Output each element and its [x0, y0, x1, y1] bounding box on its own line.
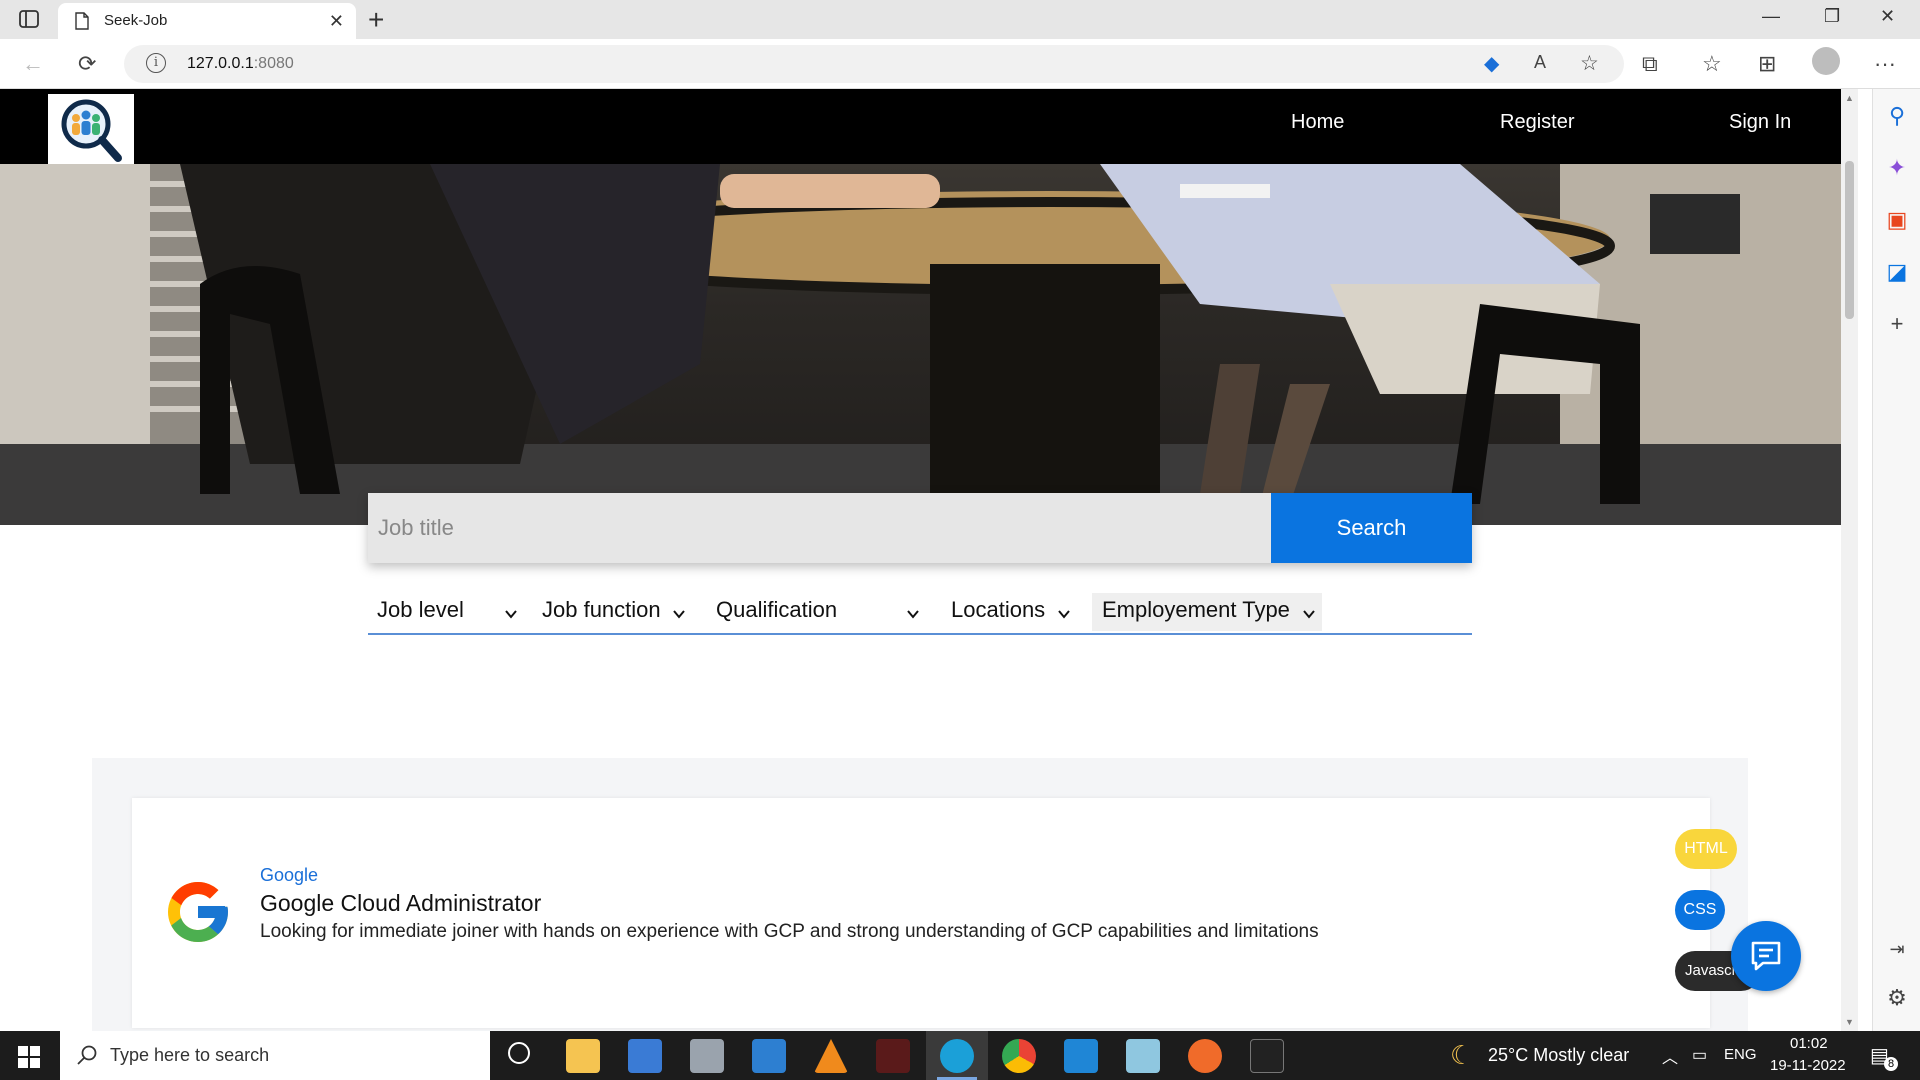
gaming-app-icon[interactable]	[876, 1039, 910, 1073]
mail-icon[interactable]	[752, 1039, 786, 1073]
language-indicator[interactable]: ENG	[1724, 1046, 1757, 1063]
tab-actions-icon[interactable]	[18, 9, 40, 29]
page-scrollbar[interactable]: ▲ ▼	[1841, 89, 1858, 1031]
battery-icon[interactable]: ▭	[1692, 1045, 1707, 1065]
windows-taskbar: Type here to search ☾ 25°C Mostly clear …	[0, 1031, 1920, 1080]
add-favorite-icon[interactable]: ☆	[1580, 51, 1599, 76]
url-text[interactable]: 127.0.0.1:8080	[187, 55, 294, 73]
extensions-icon[interactable]: ⧉	[1642, 51, 1658, 77]
filter-label: Job function	[542, 597, 661, 622]
file-explorer-icon[interactable]	[566, 1039, 600, 1073]
notes-app-icon[interactable]	[1126, 1039, 1160, 1073]
restore-icon[interactable]: ❐	[1824, 6, 1840, 27]
window-close-icon[interactable]: ✕	[1880, 6, 1895, 27]
scroll-down-icon[interactable]: ▼	[1845, 1017, 1854, 1027]
browser-tab[interactable]: Seek-Job ✕	[58, 3, 356, 39]
settings-icon[interactable]: ⚙	[1885, 985, 1909, 1010]
browser-tab-strip: Seek-Job ✕ + — ❐ ✕	[0, 0, 1920, 39]
edge-icon[interactable]	[940, 1039, 974, 1073]
site-navbar: Home Register Sign In	[0, 89, 1841, 164]
page-icon	[74, 12, 90, 30]
notification-count-badge: 8	[1884, 1057, 1898, 1071]
clock-date[interactable]: 19-11-2022	[1770, 1057, 1846, 1074]
browser-toolbar: ← ⟳ i 127.0.0.1:8080 ◆ A ☆ ⧉ ☆ ⊞ ···	[0, 39, 1920, 89]
more-icon[interactable]: ···	[1874, 51, 1896, 77]
skill-tag-css: CSS	[1675, 890, 1725, 930]
firefox-icon[interactable]	[1188, 1039, 1222, 1073]
clock-time[interactable]: 01:02	[1790, 1035, 1828, 1052]
nav-register-link[interactable]: Register	[1500, 111, 1574, 134]
nav-home-link[interactable]: Home	[1291, 111, 1344, 134]
chevron-down-icon	[672, 601, 686, 619]
chrome-icon[interactable]	[1002, 1039, 1036, 1073]
job-search-bar: Search	[368, 493, 1472, 563]
weather-text[interactable]: 25°C Mostly clear	[1488, 1045, 1629, 1066]
scrollbar-thumb[interactable]	[1845, 161, 1854, 319]
filter-qualification[interactable]: Qualification	[716, 597, 919, 629]
windows-start-icon[interactable]	[18, 1046, 40, 1068]
back-icon[interactable]: ←	[22, 51, 44, 77]
scroll-up-icon[interactable]: ▲	[1845, 93, 1854, 103]
nav-sign-in-link[interactable]: Sign In	[1729, 111, 1791, 134]
skill-tag-html: HTML	[1675, 829, 1737, 869]
collections-icon[interactable]: ⊞	[1758, 51, 1776, 77]
search-icon[interactable]: ⚲	[1885, 103, 1909, 128]
filter-employment-type[interactable]: Employement Type	[1092, 593, 1322, 631]
taskbar-search-box[interactable]: Type here to search	[60, 1031, 490, 1080]
vlc-icon[interactable]	[814, 1039, 848, 1073]
favorites-icon[interactable]: ☆	[1702, 51, 1722, 77]
terminal-icon[interactable]	[1250, 1039, 1284, 1073]
close-icon[interactable]: ✕	[329, 11, 344, 32]
add-icon[interactable]: +	[1885, 311, 1909, 336]
filter-label: Job level	[377, 597, 464, 622]
filter-label: Locations	[951, 597, 1046, 622]
sidebar-toggle-icon[interactable]: ⇥	[1885, 939, 1909, 963]
site-logo[interactable]	[48, 94, 134, 164]
copilot-icon[interactable]: ✦	[1885, 155, 1909, 180]
chat-button[interactable]	[1731, 921, 1801, 991]
filter-bar: Job level Job function Qualification Loc…	[368, 589, 1472, 635]
filter-job-function[interactable]: Job function	[542, 597, 692, 629]
tag-icon[interactable]: ◆	[1484, 51, 1499, 76]
vscode-icon[interactable]	[1064, 1039, 1098, 1073]
address-bar[interactable]: i 127.0.0.1:8080 ◆ A ☆	[124, 45, 1624, 83]
read-aloud-icon[interactable]: A	[1534, 52, 1546, 73]
tab-title: Seek-Job	[104, 12, 168, 29]
new-tab-icon[interactable]: +	[368, 4, 384, 36]
job-listings-section: Google Google Cloud Administrator Lookin…	[92, 758, 1748, 1031]
info-icon[interactable]: i	[146, 53, 166, 73]
show-hidden-icons-icon[interactable]: ︿	[1662, 1044, 1678, 1068]
minimize-icon[interactable]: —	[1762, 6, 1780, 27]
job-title[interactable]: Google Cloud Administrator	[260, 890, 541, 917]
filter-job-level[interactable]: Job level	[377, 597, 527, 629]
filter-label: Employement Type	[1102, 597, 1290, 622]
company-name[interactable]: Google	[260, 865, 318, 886]
search-button[interactable]: Search	[1271, 493, 1472, 563]
store-icon[interactable]	[628, 1039, 662, 1073]
web-page: Home Register Sign In Job title Search J…	[0, 89, 1841, 1031]
calculator-icon[interactable]	[690, 1039, 724, 1073]
filter-label: Qualification	[716, 597, 838, 622]
reload-icon[interactable]: ⟳	[78, 51, 96, 77]
weather-icon[interactable]: ☾	[1450, 1040, 1473, 1071]
search-icon	[76, 1044, 98, 1066]
job-description: Looking for immediate joiner with hands …	[260, 921, 1319, 942]
profile-avatar[interactable]	[1812, 47, 1840, 75]
cortana-icon[interactable]	[508, 1042, 530, 1064]
hero-image	[0, 164, 1841, 525]
office-icon[interactable]: ▣	[1885, 207, 1909, 232]
chat-icon	[1751, 941, 1781, 971]
job-card[interactable]: Google Google Cloud Administrator Lookin…	[132, 798, 1710, 1028]
chevron-down-icon	[1302, 601, 1316, 619]
job-title-search-input[interactable]	[368, 493, 1271, 563]
edge-sidebar: ⚲ ✦ ▣ ◪ + ⇥ ⚙	[1872, 89, 1920, 1031]
filter-locations[interactable]: Locations	[951, 597, 1081, 629]
chevron-down-icon	[1057, 601, 1071, 619]
outlook-icon[interactable]: ◪	[1885, 259, 1909, 284]
taskbar-search-placeholder: Type here to search	[110, 1045, 270, 1065]
chevron-down-icon	[906, 601, 920, 619]
chevron-down-icon	[504, 601, 518, 619]
google-logo	[162, 876, 234, 948]
